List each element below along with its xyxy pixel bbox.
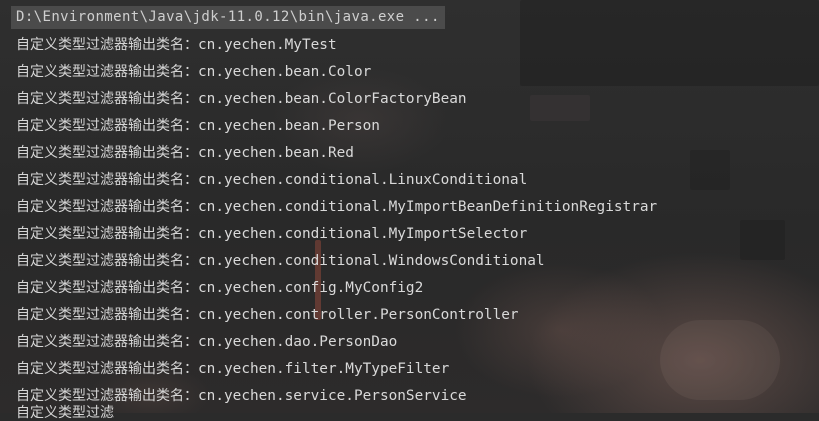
console-line-class-name: cn.yechen.controller.PersonController xyxy=(198,307,519,323)
console-line: 自定义类型过滤器输出类名：cn.yechen.MyTest xyxy=(16,30,657,57)
console-line-class-name: cn.yechen.bean.Red xyxy=(198,145,354,161)
console-line-class-name: cn.yechen.dao.PersonDao xyxy=(198,334,398,350)
console-line-class-name: cn.yechen.conditional.LinuxConditional xyxy=(198,172,528,188)
console-line-label: 自定义类型过滤器输出类名： xyxy=(16,172,198,188)
console-line-label: 自定义类型过滤器输出类名： xyxy=(16,199,198,215)
console-line-label: 自定义类型过滤器输出类名： xyxy=(16,118,198,134)
console-line: 自定义类型过滤器输出类名：cn.yechen.dao.PersonDao xyxy=(16,327,657,354)
background-figure-shape xyxy=(660,320,780,400)
console-line: 自定义类型过滤器输出类名：cn.yechen.bean.Color xyxy=(16,57,657,84)
console-line: 自定义类型过滤器输出类名：cn.yechen.conditional.MyImp… xyxy=(16,192,657,219)
console-line-label: 自定义类型过滤器输出类名： xyxy=(16,280,198,296)
java-command-line[interactable]: D:\Environment\Java\jdk-11.0.12\bin\java… xyxy=(11,6,445,29)
console-line: 自定义类型过滤器输出类名：cn.yechen.conditional.MyImp… xyxy=(16,219,657,246)
console-line-label: 自定义类型过滤器输出类名： xyxy=(16,307,198,323)
console-line: 自定义类型过滤器输出类名：cn.yechen.service.PersonSer… xyxy=(16,381,657,408)
console-line: 自定义类型过滤器输出类名：cn.yechen.bean.ColorFactory… xyxy=(16,84,657,111)
console-line: 自定义类型过滤器输出类名：cn.yechen.bean.Person xyxy=(16,111,657,138)
console-line-label: 自定义类型过滤器输出类名： xyxy=(16,388,198,404)
console-line-class-name: cn.yechen.conditional.MyImportSelector xyxy=(198,226,528,242)
console-line-label: 自定义类型过滤器输出类名： xyxy=(16,361,198,377)
console-line: 自定义类型过滤器输出类名：cn.yechen.config.MyConfig2 xyxy=(16,273,657,300)
console-line-class-name: cn.yechen.filter.MyTypeFilter xyxy=(198,361,450,377)
console-line: 自定义类型过滤器输出类名：cn.yechen.conditional.Windo… xyxy=(16,246,657,273)
console-line: 自定义类型过滤器输出类名：cn.yechen.conditional.Linux… xyxy=(16,165,657,192)
console-line-class-name: cn.yechen.conditional.MyImportBeanDefini… xyxy=(198,199,658,215)
background-shape xyxy=(690,150,730,190)
console-line-label: 自定义类型过滤器输出类名： xyxy=(16,145,198,161)
console-line-label: 自定义类型过滤器输出类名： xyxy=(16,91,198,107)
console-line-label: 自定义类型过滤器输出类名： xyxy=(16,334,198,350)
console-line: 自定义类型过滤器输出类名：cn.yechen.filter.MyTypeFilt… xyxy=(16,354,657,381)
console-line-class-name: cn.yechen.config.MyConfig2 xyxy=(198,280,424,296)
console-line: 自定义类型过滤器输出类名：cn.yechen.controller.Person… xyxy=(16,300,657,327)
console-line-label: 自定义类型过滤器输出类名： xyxy=(16,226,198,242)
console-line-label: 自定义类型过滤器输出类名： xyxy=(16,253,198,269)
console-output: 自定义类型过滤器输出类名：cn.yechen.MyTest 自定义类型过滤器输出… xyxy=(16,30,657,408)
console-line-class-name: cn.yechen.bean.Color xyxy=(198,64,372,80)
background-shape xyxy=(740,220,785,260)
console-line: 自定义类型过滤器输出类名：cn.yechen.bean.Red xyxy=(16,138,657,165)
console-line-label: 自定义类型过滤器输出类名： xyxy=(16,64,198,80)
console-line-class-name: cn.yechen.service.PersonService xyxy=(198,388,467,404)
console-line-class-name: cn.yechen.bean.ColorFactoryBean xyxy=(198,91,467,107)
console-line-class-name: cn.yechen.conditional.WindowsConditional xyxy=(198,253,545,269)
console-line-partial: 自定义类型过滤 xyxy=(16,405,114,421)
console-line-class-name: cn.yechen.bean.Person xyxy=(198,118,380,134)
console-line-class-name: cn.yechen.MyTest xyxy=(198,37,337,53)
console-line-label: 自定义类型过滤器输出类名： xyxy=(16,37,198,53)
